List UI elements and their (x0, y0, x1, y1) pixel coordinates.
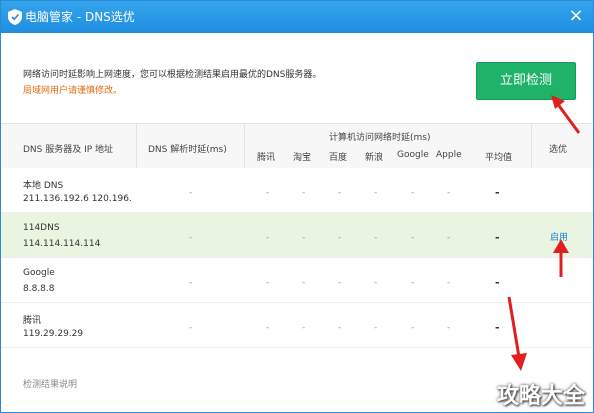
site-value: - (338, 188, 342, 198)
watermark-text: 攻略大全 (496, 384, 585, 409)
header-site-apple: Apple (436, 150, 462, 160)
average-value: - (495, 186, 500, 199)
site-value: - (411, 233, 415, 243)
resolve-value: - (189, 233, 193, 243)
dns-name: Google (23, 268, 55, 278)
dns-optimizer-window: 电脑管家 - DNS选优 × 网络访问时延影响上网速度，您可以根据检测结果启用最… (0, 0, 594, 413)
title-bar: 电脑管家 - DNS选优 × (1, 1, 593, 33)
site-value: - (266, 233, 270, 243)
resolve-value: - (189, 278, 193, 288)
site-value: - (302, 323, 306, 333)
dns-ip: 119.29.29.29 (23, 329, 84, 339)
header-site-baidu: 百度 (329, 153, 348, 163)
site-value: - (374, 233, 378, 243)
dns-name: 本地 DNS (23, 181, 64, 191)
site-value: - (302, 278, 306, 288)
site-value: - (266, 188, 270, 198)
site-value: - (266, 278, 270, 288)
dns-row-local[interactable]: 本地 DNS 211.136.192.6 120.196. - - - - - … (1, 168, 593, 213)
header-access-latency: 计算机访问网络时延(ms) (329, 133, 431, 143)
resolve-value: - (189, 323, 193, 333)
site-value: - (338, 278, 342, 288)
site-value: - (338, 323, 342, 333)
dns-ip: 8.8.8.8 (23, 284, 55, 294)
table-header: DNS 服务器及 IP 地址 DNS 解析时延(ms) 计算机访问网络时延(ms… (1, 123, 593, 169)
dns-row-114dns[interactable]: 114DNS 114.114.114.114 - - - - - - - - 启… (1, 213, 593, 258)
header-site-google: Google (397, 150, 429, 160)
average-value: - (495, 276, 500, 289)
lan-warning-link[interactable]: 局域网用户请谨慎修改。 (23, 83, 122, 96)
dns-name: 114DNS (23, 223, 60, 233)
site-value: - (302, 233, 306, 243)
annotation-arrow-bottom (507, 296, 527, 371)
site-value: - (374, 188, 378, 198)
header-resolve-latency: DNS 解析时延(ms) (148, 145, 227, 155)
shield-logo-icon (8, 9, 22, 25)
site-value: - (447, 278, 451, 288)
info-panel: 网络访问时延影响上网速度，您可以根据检测结果启用最优的DNS服务器。 局域网用户… (1, 33, 593, 123)
site-value: - (338, 233, 342, 243)
site-value: - (447, 233, 451, 243)
header-divider (531, 124, 532, 168)
description-text: 网络访问时延影响上网速度，您可以根据检测结果启用最优的DNS服务器。 (23, 70, 322, 80)
header-average: 平均值 (485, 153, 513, 163)
header-site-tencent: 腾讯 (257, 153, 276, 163)
dns-ip: 114.114.114.114 (23, 239, 101, 249)
average-value: - (495, 231, 500, 244)
header-site-sina: 新浪 (365, 153, 384, 163)
annotation-arrow-detect (551, 95, 581, 134)
header-site-taobao: 淘宝 (293, 153, 312, 163)
site-value: - (411, 323, 415, 333)
close-icon[interactable]: × (567, 7, 585, 25)
site-value: - (302, 188, 306, 198)
site-value: - (447, 188, 451, 198)
annotation-arrow-enable (553, 239, 569, 277)
site-value: - (411, 278, 415, 288)
header-dns-server: DNS 服务器及 IP 地址 (23, 145, 114, 155)
site-value: - (266, 323, 270, 333)
window-title: 电脑管家 - DNS选优 (25, 10, 135, 24)
dns-ip: 211.136.192.6 120.196. (23, 194, 132, 204)
site-value: - (374, 278, 378, 288)
site-value: - (447, 323, 451, 333)
dns-name: 腾讯 (23, 316, 42, 326)
site-value: - (374, 323, 378, 333)
average-value: - (495, 321, 500, 334)
result-explanation-link[interactable]: 检测结果说明 (23, 377, 77, 390)
header-divider (136, 124, 137, 168)
resolve-value: - (189, 188, 193, 198)
site-value: - (411, 188, 415, 198)
header-select: 选优 (549, 145, 568, 155)
header-divider (244, 124, 245, 168)
